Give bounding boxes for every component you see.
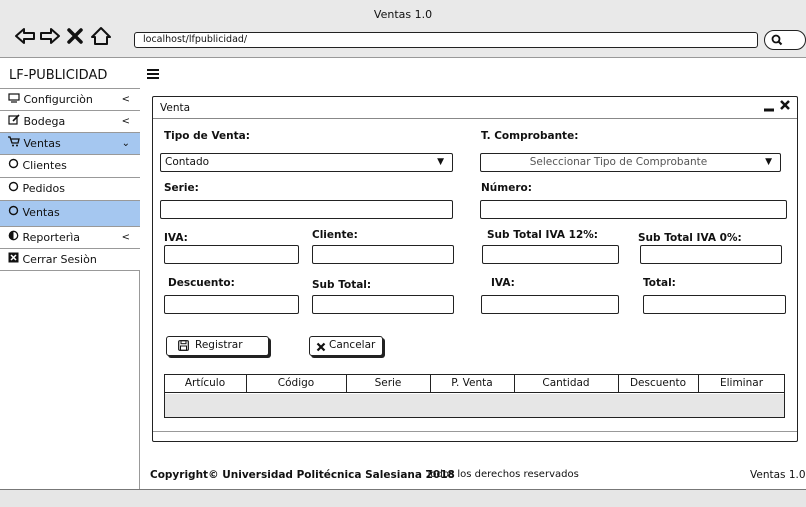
descuento-label: Descuento: (168, 277, 235, 289)
subtotal-iva12-label: Sub Total IVA 12%: (487, 229, 598, 241)
serie-input[interactable] (160, 200, 453, 219)
subtotal-iva0-label: Sub Total IVA 0%: (638, 232, 742, 244)
chevron-left-icon: < (121, 232, 130, 243)
iva-input[interactable] (164, 245, 299, 264)
sidebar-item-label: Cerrar Sesiòn (22, 253, 97, 266)
sidebar-item-reporteria[interactable]: Reporterìa < (0, 227, 140, 249)
cliente-input[interactable] (312, 245, 454, 264)
save-icon (178, 340, 189, 357)
total-label: Total: (643, 277, 676, 289)
minimize-icon[interactable] (763, 97, 775, 117)
comprobante-select[interactable]: Seleccionar Tipo de Comprobante ▼ (480, 153, 781, 172)
sidebar-item-label: Ventas (22, 206, 60, 219)
back-arrow-icon[interactable] (14, 26, 36, 46)
tipo-venta-label: Tipo de Venta: (164, 130, 250, 142)
dropdown-caret-icon: ▼ (437, 157, 444, 167)
sidebar-item-clientes[interactable]: Clientes (0, 155, 140, 178)
window-title: Ventas 1.0 (373, 8, 433, 21)
chevron-down-icon: ⌄ (121, 138, 130, 149)
comprobante-label: T. Comprobante: (481, 130, 579, 142)
close-icon[interactable] (779, 99, 791, 115)
descuento-input[interactable] (164, 295, 299, 314)
sidebar-item-bodega[interactable]: Bodega < (0, 111, 140, 133)
sidebar-item-label: Pedidos (22, 182, 66, 195)
numero-label: Número: (481, 182, 532, 194)
column-header-p-venta: P. Venta (451, 377, 493, 389)
sidebar-item-label: Bodega (23, 115, 66, 128)
comprobante-placeholder: Seleccionar Tipo de Comprobante (529, 156, 708, 168)
edit-icon (8, 114, 24, 128)
column-header-articulo: Artículo (184, 377, 226, 389)
chevron-left-icon: < (121, 116, 130, 127)
cancelar-button[interactable]: Cancelar (309, 336, 383, 356)
hamburger-icon[interactable] (146, 66, 160, 84)
home-icon[interactable] (89, 26, 113, 46)
dropdown-caret-icon: ▼ (765, 157, 772, 167)
cancelar-label: Cancelar (329, 339, 376, 351)
circle-icon (8, 205, 23, 219)
registrar-label: Registrar (195, 339, 243, 351)
sidebar-item-label: Reporterìa (22, 231, 81, 244)
panel-header (153, 97, 797, 119)
brand-text: LF-PUBLICIDAD (9, 68, 108, 83)
rights-text: Todos los derechos reservados (426, 469, 579, 480)
column-header-codigo: Código (277, 377, 315, 389)
search-icon[interactable] (764, 30, 806, 50)
numero-input[interactable] (480, 200, 787, 219)
iva2-label: IVA: (491, 277, 515, 289)
tipo-venta-select[interactable]: Contado ▼ (160, 153, 453, 172)
tipo-venta-value: Contado (165, 156, 210, 168)
sidebar-item-label: Configurciòn (23, 93, 93, 106)
table-body (165, 394, 784, 417)
chevron-left-icon: < (121, 94, 130, 105)
subtotal-label: Sub Total: (312, 279, 372, 291)
subtotal-iva12-input[interactable] (482, 245, 619, 264)
brand-logo: LF-PUBLICIDAD (0, 65, 140, 89)
copyright-text: Copyright© Universidad Politécnica Sales… (150, 469, 455, 481)
column-header-descuento: Descuento (629, 377, 687, 389)
status-bar (0, 489, 806, 507)
half-circle-icon (8, 230, 23, 244)
iva-label: IVA: (164, 232, 188, 244)
sidebar-item-ventas[interactable]: Ventas ⌄ (0, 133, 140, 155)
circle-icon (8, 181, 23, 195)
circle-icon (8, 158, 23, 172)
sidebar-item-label: Clientes (22, 159, 67, 172)
forward-arrow-icon[interactable] (39, 26, 61, 46)
sidebar: Configurciòn < Bodega < Ventas ⌄ Cliente… (0, 89, 140, 489)
registrar-button[interactable]: Registrar (166, 336, 269, 356)
iva2-input[interactable] (481, 295, 619, 314)
panel-title: Venta (160, 102, 191, 114)
serie-label: Serie: (164, 182, 199, 194)
sidebar-item-ventas-sub[interactable]: Ventas (0, 201, 140, 227)
cart-icon (8, 136, 24, 150)
column-header-eliminar: Eliminar (719, 377, 764, 389)
column-header-cantidad: Cantidad (542, 377, 590, 389)
subtotal-iva0-input[interactable] (640, 245, 782, 264)
sidebar-item-pedidos[interactable]: Pedidos (0, 178, 140, 201)
close-x-icon[interactable] (66, 26, 84, 46)
sidebar-item-label: Ventas (23, 137, 61, 150)
url-field[interactable]: localhost/lfpublicidad/ (134, 32, 758, 48)
cliente-label: Cliente: (312, 229, 358, 241)
subtotal-input[interactable] (312, 295, 454, 314)
total-input[interactable] (643, 295, 786, 314)
close-box-icon (8, 252, 23, 266)
version-text: Ventas 1.0 (750, 469, 806, 481)
panel-footer-divider (153, 431, 797, 441)
cancel-x-icon (316, 341, 326, 358)
monitor-icon (8, 93, 24, 106)
column-header-serie: Serie (374, 377, 402, 389)
sidebar-item-configuracion[interactable]: Configurciòn < (0, 89, 140, 111)
sidebar-item-cerrar-sesion[interactable]: Cerrar Sesiòn (0, 249, 140, 271)
